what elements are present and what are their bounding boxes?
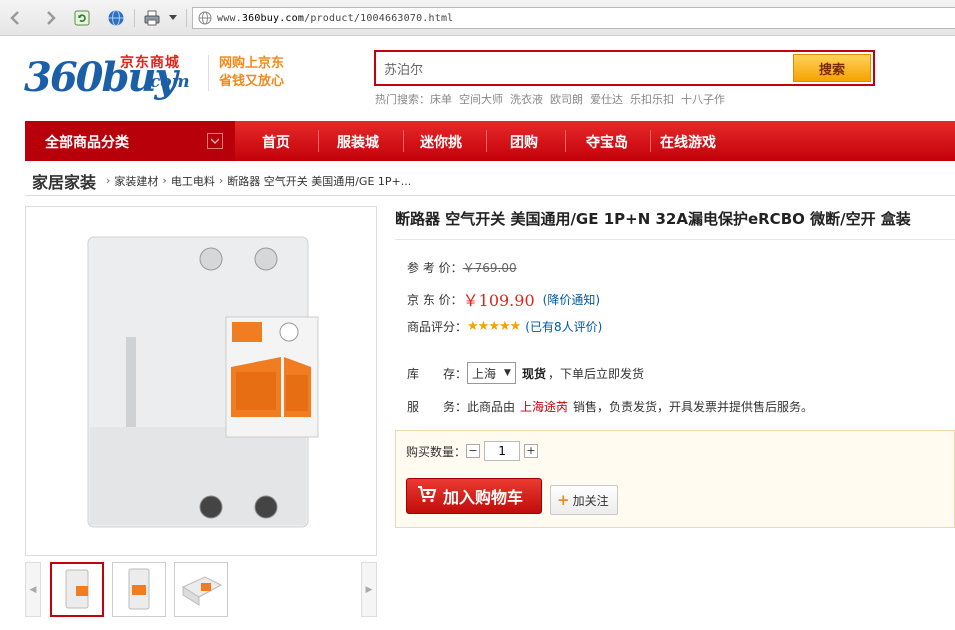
- url-text: www.360buy.com/product/1004663070.html: [217, 12, 454, 24]
- forward-icon[interactable]: [40, 8, 60, 28]
- nav-item-groupbuy[interactable]: 团购: [510, 121, 538, 161]
- back-icon[interactable]: [6, 8, 26, 28]
- cart-icon: [417, 485, 437, 507]
- hot-keyword[interactable]: 乐扣乐扣: [630, 93, 674, 106]
- chevron-down-icon: [207, 133, 223, 149]
- page-icon: [198, 11, 212, 28]
- follow-button[interactable]: + 加关注: [550, 485, 618, 515]
- print-menu-chevron-icon[interactable]: [166, 8, 180, 28]
- stock-status: 现货: [521, 366, 546, 381]
- site-logo[interactable]: 360buy 京东商城 .com: [24, 50, 204, 102]
- thumbnail[interactable]: [174, 562, 228, 617]
- browser-toolbar: www.360buy.com/product/1004663070.html: [0, 0, 955, 36]
- slogan-line-2: 省钱又放心: [219, 74, 285, 89]
- nav-item-mini[interactable]: 迷你挑: [420, 121, 462, 161]
- jd-price: ￥109.90: [462, 291, 535, 310]
- breadcrumb-item[interactable]: 家装建材: [114, 173, 158, 189]
- nav-item-treasure[interactable]: 夺宝岛: [586, 121, 628, 161]
- all-categories-menu[interactable]: 全部商品分类: [25, 121, 235, 161]
- quantity-label: 购买数量：: [406, 444, 467, 459]
- search-input[interactable]: [380, 55, 792, 81]
- seller-link[interactable]: 上海途芮: [520, 398, 568, 415]
- hot-keyword[interactable]: 床单: [430, 93, 452, 106]
- service-row: 服 务： 此商品由 上海途芮 销售，负责发货，开具发票并提供售后服务。: [407, 398, 814, 415]
- nav-item-games[interactable]: 在线游戏: [660, 121, 716, 161]
- thumbnail[interactable]: [50, 562, 104, 617]
- stock-location-select[interactable]: 上海 ▼: [467, 362, 516, 384]
- main-nav: 全部商品分类 首页 服装城 迷你挑 团购 夺宝岛 在线游戏: [25, 121, 955, 161]
- breadcrumb-main[interactable]: 家居家装: [32, 169, 96, 193]
- thumbnail-next-arrow-icon[interactable]: ▶: [361, 562, 377, 617]
- breadcrumb-current: 断路器 空气开关 美国通用/GE 1P+...: [227, 174, 412, 188]
- thumbnail-strip: ◀ ▶: [25, 562, 377, 617]
- quantity-decrease-button[interactable]: −: [466, 444, 481, 458]
- follow-label: 加关注: [572, 493, 609, 508]
- refresh-icon[interactable]: [72, 8, 92, 28]
- nav-item-home[interactable]: 首页: [262, 121, 290, 161]
- stock-row: 库 存： 上海 ▼ 现货 ，下单后立即发货: [407, 362, 644, 384]
- plus-icon: +: [557, 491, 570, 509]
- breadcrumb-item[interactable]: 电工电料: [171, 173, 215, 189]
- logo-com: .com: [144, 72, 190, 92]
- add-to-cart-button[interactable]: 加入购物车: [406, 478, 542, 514]
- buy-box: 购买数量： − + 加入购物车 + 加关注: [395, 430, 955, 528]
- thumbnail-prev-arrow-icon[interactable]: ◀: [25, 562, 41, 617]
- rating-stars-icon: ★★★★★: [467, 319, 521, 334]
- slogan-line-1: 网购上京东: [219, 56, 285, 71]
- price-notice-link[interactable]: (降价通知): [543, 291, 600, 308]
- hot-searches: 热门搜索：床单 空间大师 洗衣液 欧司朗 爱仕达 乐扣乐扣 十八子作: [375, 91, 732, 107]
- rating-count-link[interactable]: (已有8人评价): [525, 318, 602, 335]
- breadcrumb: 家居家装 › 家装建材 › 电工电料 › 断路器 空气开关 美国通用/GE 1P…: [25, 166, 955, 196]
- slogan: 网购上京东 省钱又放心: [208, 55, 284, 91]
- product-title: 断路器 空气开关 美国通用/GE 1P+N 32A漏电保护eRCBO 微断/空开…: [395, 210, 911, 228]
- quantity-row: 购买数量： − +: [406, 441, 539, 461]
- print-icon[interactable]: [142, 8, 162, 28]
- rating-row: 商品评分： ★★★★★ (已有8人评价): [407, 318, 603, 335]
- jd-price-row: 京 东 价： ￥109.90 (降价通知): [407, 287, 600, 311]
- all-categories-label: 全部商品分类: [45, 135, 129, 151]
- address-bar[interactable]: www.360buy.com/product/1004663070.html: [192, 7, 955, 29]
- reference-price-row: 参 考 价： ￥769.00: [407, 261, 517, 275]
- quantity-increase-button[interactable]: +: [524, 444, 539, 458]
- hot-keyword[interactable]: 十八子作: [681, 93, 725, 106]
- hot-keyword[interactable]: 爱仕达: [590, 93, 623, 106]
- hot-keyword[interactable]: 空间大师: [459, 93, 503, 106]
- add-to-cart-label: 加入购物车: [443, 488, 524, 507]
- reference-price: ￥769.00: [462, 261, 517, 275]
- chevron-down-icon: ▼: [504, 368, 511, 378]
- logo-chinese-name: 京东商城: [120, 55, 180, 71]
- hot-keyword[interactable]: 洗衣液: [510, 93, 543, 106]
- search-box: 搜索: [374, 50, 875, 86]
- stock-note: ，下单后立即发货: [547, 366, 644, 381]
- nav-item-clothing[interactable]: 服装城: [337, 121, 379, 161]
- product-image[interactable]: [25, 206, 377, 556]
- search-button[interactable]: 搜索: [793, 54, 871, 82]
- home-globe-icon[interactable]: [106, 8, 126, 28]
- quantity-input[interactable]: [484, 441, 521, 461]
- hot-keyword[interactable]: 欧司朗: [550, 93, 583, 106]
- hot-searches-label: 热门搜索：: [375, 93, 430, 106]
- thumbnail[interactable]: [112, 562, 166, 617]
